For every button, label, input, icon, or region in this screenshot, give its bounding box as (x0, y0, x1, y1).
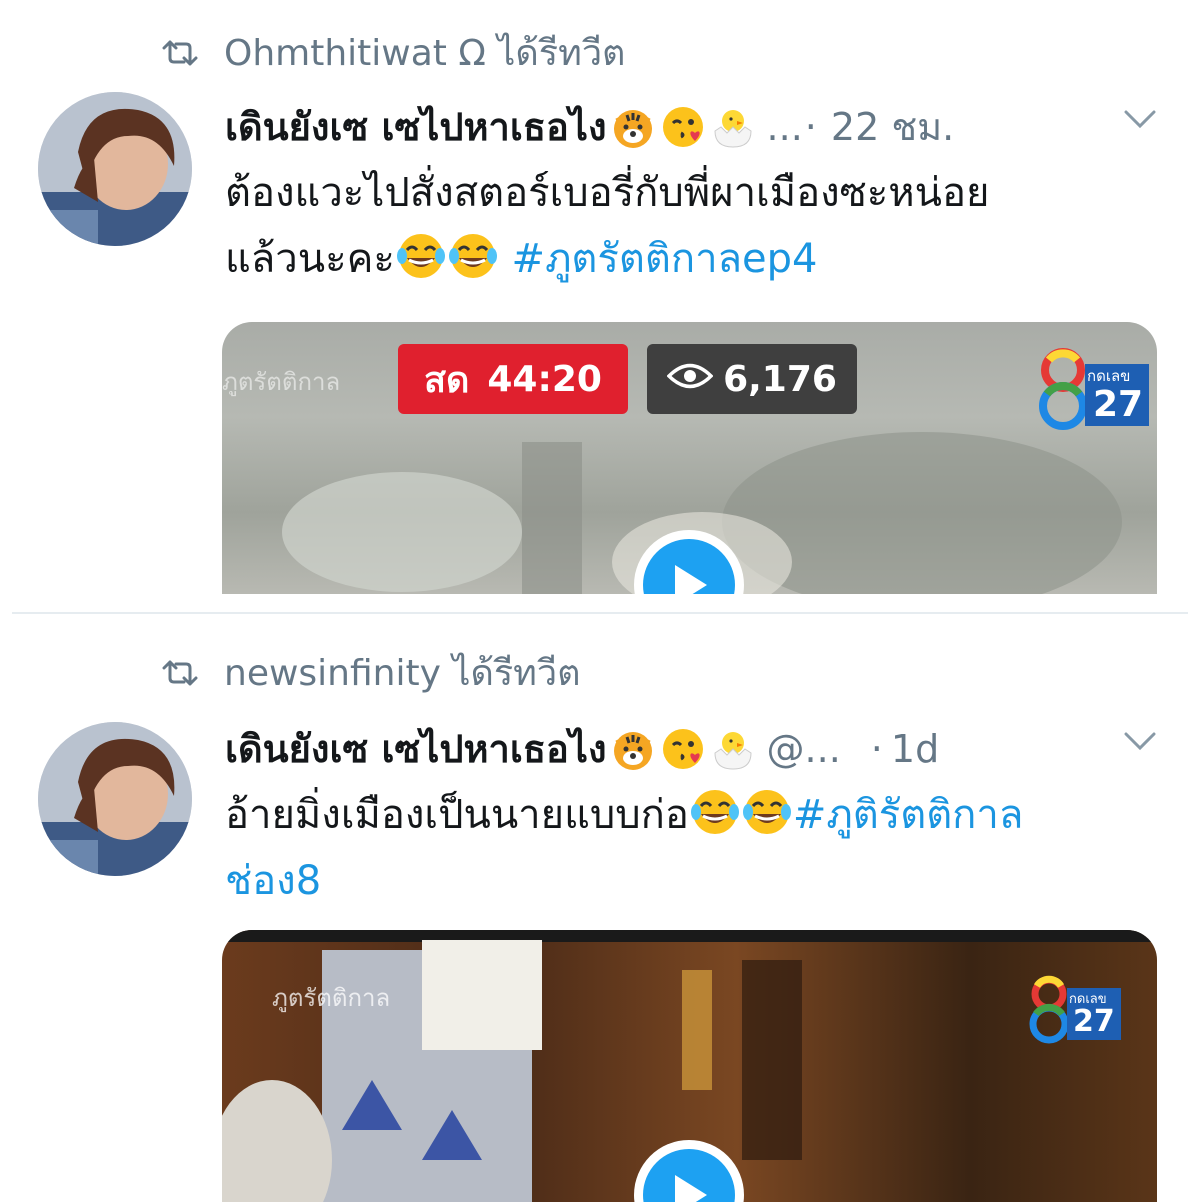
face-with-tears-of-joy-icon (689, 786, 741, 838)
live-badge: สด 44:20 (398, 344, 628, 414)
tweet-text: ต้องแวะไปสั่งสตอร์เบอรี่กับพี่ผาเมืองซะห… (225, 160, 1160, 292)
handle[interactable]: ... (767, 105, 803, 149)
tweet-text-line: ต้องแวะไปสั่งสตอร์เบอรี่กับพี่ผาเมืองซะห… (225, 170, 990, 216)
channel-number: 27 (1073, 1004, 1115, 1039)
tweet-header: เดินยังเซ เซไปหาเธอไง ... · 22 ชม. (225, 96, 1160, 157)
tweet-1[interactable]: Ohmthitiwat Ω ได้รีทวีต เดินยังเซ เซไปหา… (0, 0, 1200, 612)
play-icon (675, 1175, 707, 1202)
tiger-face-icon (609, 725, 657, 773)
channel-logo: กดเลข 27 (1033, 344, 1151, 436)
retweet-context: newsinfinity ได้รีทวีต (160, 644, 580, 701)
channel-logo: กดเลข 27 (1027, 974, 1123, 1052)
display-name[interactable]: เดินยังเซ เซไปหาเธอไง (225, 96, 607, 157)
tweet-2[interactable]: newsinfinity ได้รีทวีต เดินยังเซ เซไปหาเ… (0, 614, 1200, 1202)
avatar[interactable] (38, 92, 192, 246)
face-with-tears-of-joy-icon (447, 230, 499, 282)
hatching-chick-icon (709, 725, 757, 773)
face-with-tears-of-joy-icon (395, 230, 447, 282)
eye-icon (666, 359, 714, 400)
hashtag-link[interactable]: #ภูติรัตติกาล (793, 792, 1024, 838)
tweet-text-line: แล้วนะคะ (225, 236, 395, 282)
live-label: สด (424, 359, 470, 401)
tweet-text: อ้ายมิ่งเมืองเป็นนายแบบก่อ #ภูติรัตติกาล … (225, 782, 1160, 914)
retweet-icon (160, 653, 200, 693)
retweet-icon (160, 33, 200, 73)
view-count-badge: 6,176 (647, 344, 857, 414)
time-separator: · (804, 104, 817, 149)
hatching-chick-icon (709, 103, 757, 151)
timestamp[interactable]: 1d (891, 727, 939, 771)
overlay-caption: ภูตรัตติกาล (222, 368, 341, 396)
retweet-context: Ohmthitiwat Ω ได้รีทวีต (160, 24, 625, 81)
retweeted-by-text[interactable]: newsinfinity ได้รีทวีต (224, 644, 580, 701)
view-count: 6,176 (723, 358, 837, 400)
live-time: 44:20 (487, 358, 602, 400)
video-media[interactable]: ภูตรัตติกาล สด 44:20 6,176 กดเลข 27 (222, 322, 1157, 594)
face-blowing-kiss-icon (659, 725, 707, 773)
hashtag-link[interactable]: #ภูตรัตติกาลep4 (512, 236, 818, 282)
play-icon (675, 565, 707, 594)
hashtag-link-continuation[interactable]: ช่อง8 (225, 858, 321, 904)
chevron-down-icon[interactable] (1120, 726, 1160, 756)
time-separator: · (870, 726, 883, 771)
tweet-header: เดินยังเซ เซไปหาเธอไง @... · 1d (225, 718, 1160, 779)
avatar[interactable] (38, 722, 192, 876)
tiger-face-icon (609, 103, 657, 151)
channel-number: 27 (1093, 384, 1144, 425)
handle[interactable]: @... (767, 727, 841, 771)
retweeted-by-text[interactable]: Ohmthitiwat Ω ได้รีทวีต (224, 24, 625, 81)
tweet-text-line: อ้ายมิ่งเมืองเป็นนายแบบก่อ (225, 792, 689, 838)
timestamp[interactable]: 22 ชม. (831, 96, 954, 157)
overlay-caption: ภูตรัตติกาล (272, 984, 391, 1012)
video-media[interactable]: ภูตรัตติกาล กดเลข 27 (222, 930, 1157, 1202)
display-name[interactable]: เดินยังเซ เซไปหาเธอไง (225, 718, 607, 779)
chevron-down-icon[interactable] (1120, 104, 1160, 134)
face-blowing-kiss-icon (659, 103, 707, 151)
face-with-tears-of-joy-icon (741, 786, 793, 838)
